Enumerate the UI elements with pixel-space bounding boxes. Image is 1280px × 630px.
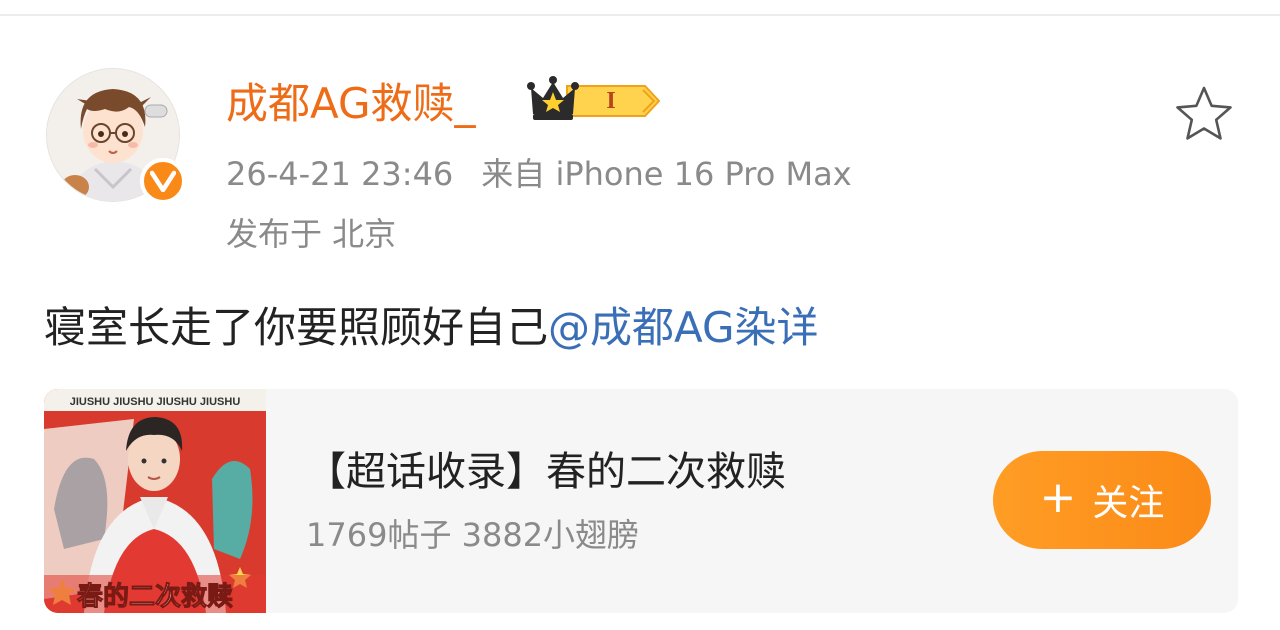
favorite-button[interactable] [1174,84,1234,142]
topic-title[interactable]: 【超话收录】春的二次救赎 [306,445,786,499]
author-name[interactable]: 成都AG救赎_ [226,76,476,132]
cover-caption: 春的二次救赎 [77,581,233,612]
crown-icon: I [527,76,661,120]
post-meta: 26-4-21 23:46 来自 iPhone 16 Pro Max [226,152,852,196]
cover-banner-text: JIUSHU JIUSHU JIUSHU JIUSHU [70,396,241,408]
mention-link[interactable]: @成都AG染详 [548,303,819,352]
top-divider [0,14,1280,16]
topic-cover-image: JIUSHU JIUSHU JIUSHU JIUSHU 春的二次救赎 [44,389,266,613]
follow-button[interactable]: + 关注 [993,451,1211,549]
topic-stats: 1769帖子 3882小翅膀 [306,516,640,554]
post-location: 发布于 北京 [226,215,397,253]
plus-icon: + [1039,472,1077,523]
post-body: 寝室长走了你要照顾好自己 [44,303,549,352]
post-text: 寝室长走了你要照顾好自己@成都AG染详 [44,300,819,356]
topic-card[interactable]: JIUSHU JIUSHU JIUSHU JIUSHU 春的二次救赎 【超话收录… [44,389,1238,613]
vip-level-badge[interactable]: I [527,74,663,126]
post-source: 来自 iPhone 16 Pro Max [481,155,852,193]
post-timestamp: 26-4-21 23:46 [226,155,454,193]
verified-v-icon [140,158,186,204]
follow-label: 关注 [1092,483,1165,524]
vip-level-text: I [606,88,615,114]
star-outline-icon [1176,86,1232,140]
